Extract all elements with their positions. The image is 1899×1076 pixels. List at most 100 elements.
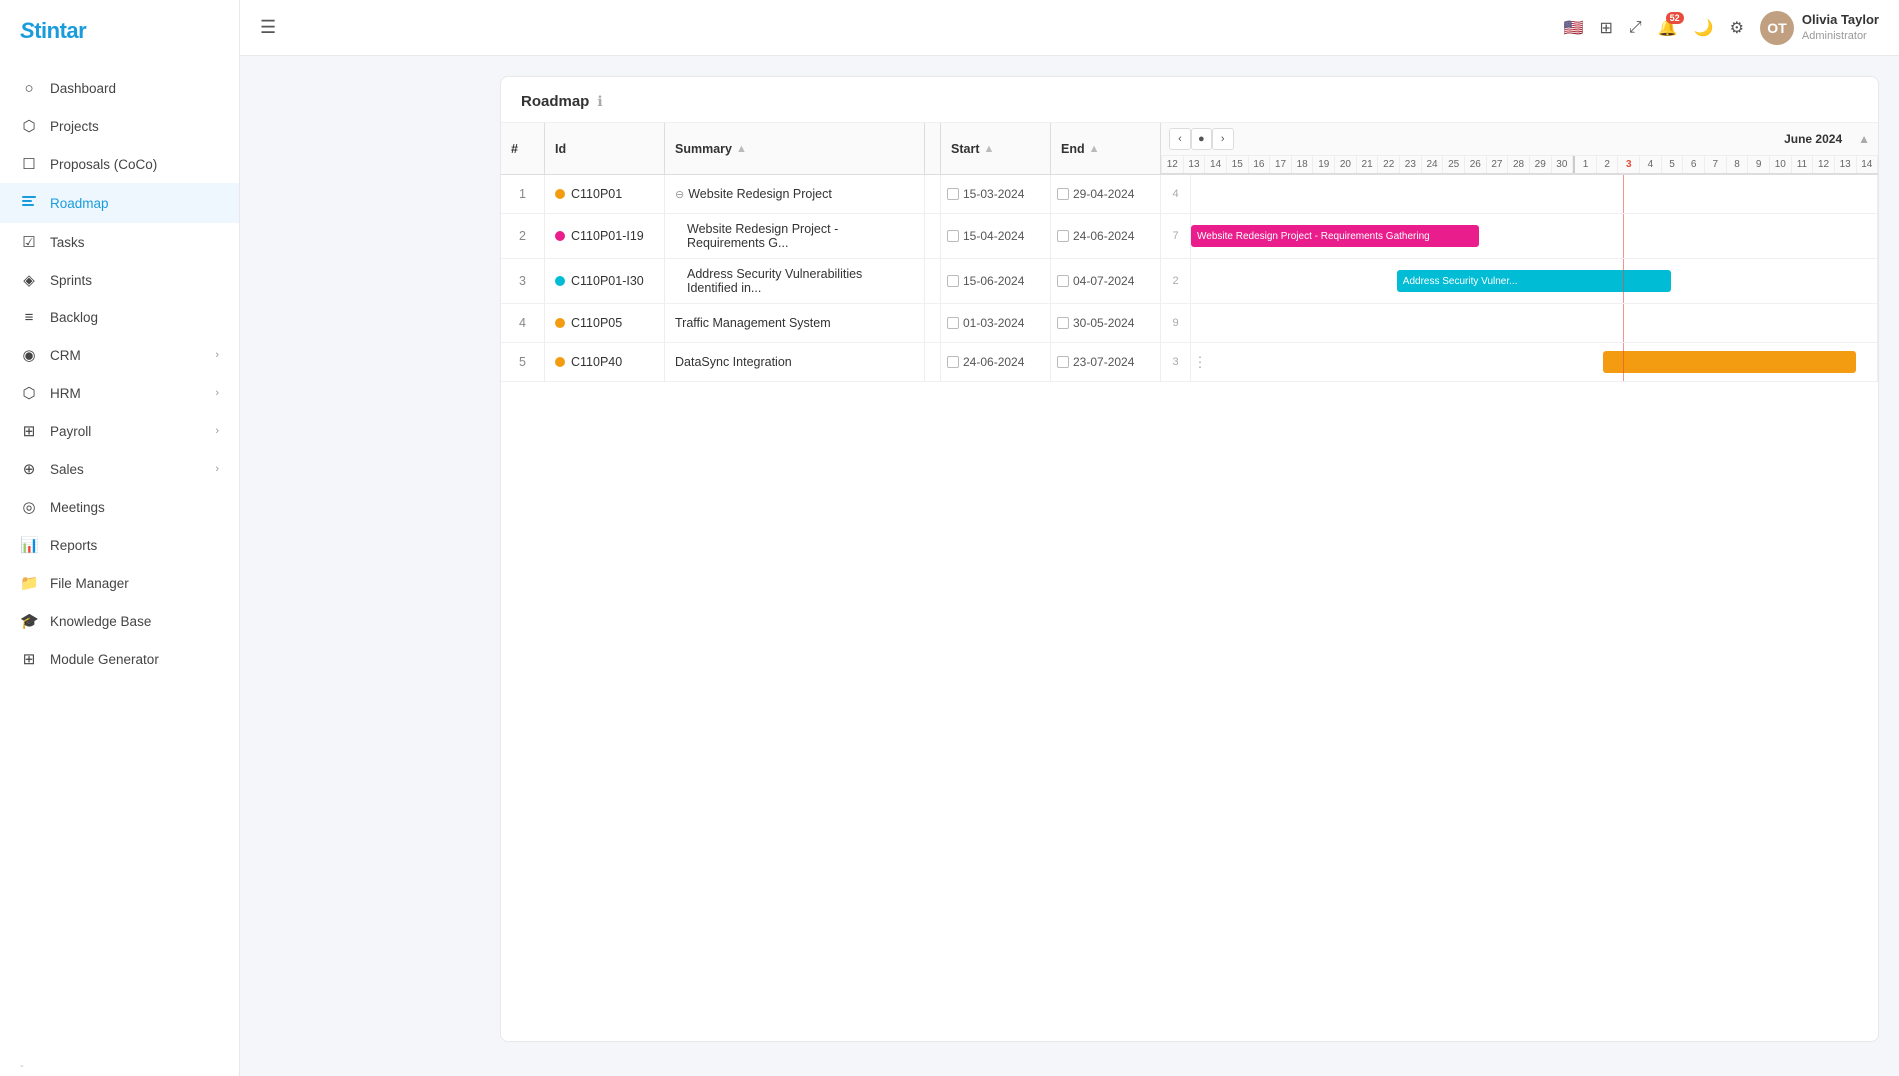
gantt-end-4: 23-07-2024 [1051,343,1161,381]
grid-icon[interactable]: ⊞ [1600,18,1613,38]
sidebar-icon-sales: ⊕ [20,460,38,478]
sidebar-icon-proposals: ☐ [20,155,38,173]
row-id-text-1: C110P01-I19 [571,229,644,243]
settings-icon[interactable]: ⚙ [1730,18,1744,38]
gantt-bar-2: Address Security Vulner... [1397,270,1671,292]
gantt-column-headers: # Id Summary ▲ Start ▲ End ▲ [501,123,1878,175]
logo: Stintar [0,0,239,62]
chart-date-19: 1 [1573,156,1597,173]
sidebar-item-tasks[interactable]: ☑Tasks [0,223,239,261]
end-checkbox-1[interactable] [1057,230,1069,242]
gantt-sep-4 [925,343,941,381]
collapse-icon-0[interactable]: ⊖ [675,188,684,201]
chart-date-13: 25 [1443,156,1465,173]
chart-date-21: 3 [1618,156,1640,173]
chart-date-12: 24 [1422,156,1444,173]
start-checkbox-2[interactable] [947,275,959,287]
start-checkbox-0[interactable] [947,188,959,200]
status-dot-1 [555,231,565,241]
chart-date-1: 13 [1184,156,1206,173]
info-icon[interactable]: ℹ [597,93,602,110]
user-name: Olivia Taylor [1802,12,1879,29]
sidebar-item-sales[interactable]: ⊕Sales› [0,450,239,488]
sort-end-icon[interactable]: ▲ [1089,143,1100,155]
chart-date-17: 29 [1530,156,1552,173]
sidebar-icon-tasks: ☑ [20,233,38,251]
sidebar-item-roadmap[interactable]: Roadmap [0,183,239,223]
chart-date-16: 28 [1508,156,1530,173]
chart-header: ‹ ● › June 2024 ▲ 1213141516171819202122… [1161,123,1878,174]
sidebar-item-meetings[interactable]: ◎Meetings [0,488,239,526]
sort-icon[interactable]: ▲ [736,143,747,155]
gantt-end-2: 04-07-2024 [1051,259,1161,303]
sidebar-item-payroll[interactable]: ⊞Payroll› [0,412,239,450]
chart-today-button[interactable]: ● [1191,128,1212,150]
col-header-end: End ▲ [1051,123,1161,174]
chart-date-14: 26 [1465,156,1487,173]
sidebar-bottom: - [0,1052,239,1076]
sidebar-item-crm[interactable]: ◉CRM› [0,336,239,374]
sidebar-item-filemanager[interactable]: 📁 File Manager [0,564,239,602]
gantt-id-4: C110P40 [545,343,665,381]
chart-prev-button[interactable]: ‹ [1169,128,1191,150]
sidebar-item-modulegenerator[interactable]: ⊞Module Generator [0,640,239,678]
start-checkbox-1[interactable] [947,230,959,242]
sort-start-icon[interactable]: ▲ [983,143,994,155]
gantt-summary-1: Website Redesign Project - Requirements … [665,214,925,258]
summary-text-0: Website Redesign Project [688,187,832,201]
user-menu[interactable]: OT Olivia Taylor Administrator [1760,11,1879,45]
gantt-summary-2: Address Security Vulnerabilities Identif… [665,259,925,303]
start-checkbox-4[interactable] [947,356,959,368]
chart-date-8: 20 [1335,156,1357,173]
roadmap-title: Roadmap [521,93,589,110]
gantt-row-4: 5C110P40DataSync Integration24-06-202423… [501,343,1878,382]
sidebar-icon-sprints: ◈ [20,271,38,289]
language-flag[interactable]: 🇺🇸 [1564,18,1584,38]
gantt-bar-4 [1603,351,1857,373]
resize-handle[interactable]: ⋮ [1191,354,1209,371]
start-checkbox-3[interactable] [947,317,959,329]
expand-icon[interactable]: ⤢ [1629,19,1642,37]
sidebar-label-dashboard: Dashboard [50,81,219,96]
chevron-icon-crm: › [215,349,219,361]
sidebar-item-knowledgebase[interactable]: 🎓Knowledge Base [0,602,239,640]
notifications-icon[interactable]: 🔔 52 [1658,18,1678,38]
end-checkbox-4[interactable] [1057,356,1069,368]
sidebar-item-backlog[interactable]: ≡Backlog [0,299,239,336]
gantt-extra-1: 7 [1161,214,1191,258]
chart-date-0: 12 [1161,156,1184,173]
app-name: Stintar [20,18,86,44]
chart-date-30: 12 [1813,156,1835,173]
sidebar-item-projects[interactable]: ⬡Projects [0,107,239,145]
end-checkbox-2[interactable] [1057,275,1069,287]
chart-next-button[interactable]: › [1212,128,1234,150]
hamburger-button[interactable]: ☰ [260,17,276,38]
today-line-2 [1623,259,1624,303]
scroll-up-icon[interactable]: ▲ [1858,132,1870,146]
gantt-summary-0: ⊖ Website Redesign Project [665,175,925,213]
topbar: ☰ 🇺🇸 ⊞ ⤢ 🔔 52 🌙 ⚙ OT Olivia Taylor Admin… [240,0,1899,56]
gantt-row-1: 2C110P01-I19Website Redesign Project - R… [501,214,1878,259]
col-header-id: Id [545,123,665,174]
gantt-extra-2: 2 [1161,259,1191,303]
col-header-start: Start ▲ [941,123,1051,174]
dark-mode-icon[interactable]: 🌙 [1694,18,1714,38]
end-checkbox-0[interactable] [1057,188,1069,200]
gantt-extra-3: 9 [1161,304,1191,342]
status-dot-0 [555,189,565,199]
end-checkbox-3[interactable] [1057,317,1069,329]
col-header-spacer [925,123,941,174]
sidebar-item-reports[interactable]: 📊Reports [0,526,239,564]
sidebar-item-dashboard[interactable]: ○Dashboard [0,70,239,107]
sidebar-item-proposals[interactable]: ☐Proposals (CoCo) [0,145,239,183]
sidebar-label-knowledgebase: Knowledge Base [50,614,219,629]
status-dot-3 [555,318,565,328]
sidebar-label-hrm: HRM [50,386,203,401]
sidebar-icon-filemanager: 📁 [20,574,38,592]
gantt-num-2: 3 [501,259,545,303]
sidebar-item-sprints[interactable]: ◈Sprints [0,261,239,299]
sidebar-item-hrm[interactable]: ⬡HRM› [0,374,239,412]
gantt-sep-2 [925,259,941,303]
sidebar-label-filemanager: File Manager [50,576,219,591]
chart-nav-row: ‹ ● › June 2024 ▲ [1161,123,1878,156]
